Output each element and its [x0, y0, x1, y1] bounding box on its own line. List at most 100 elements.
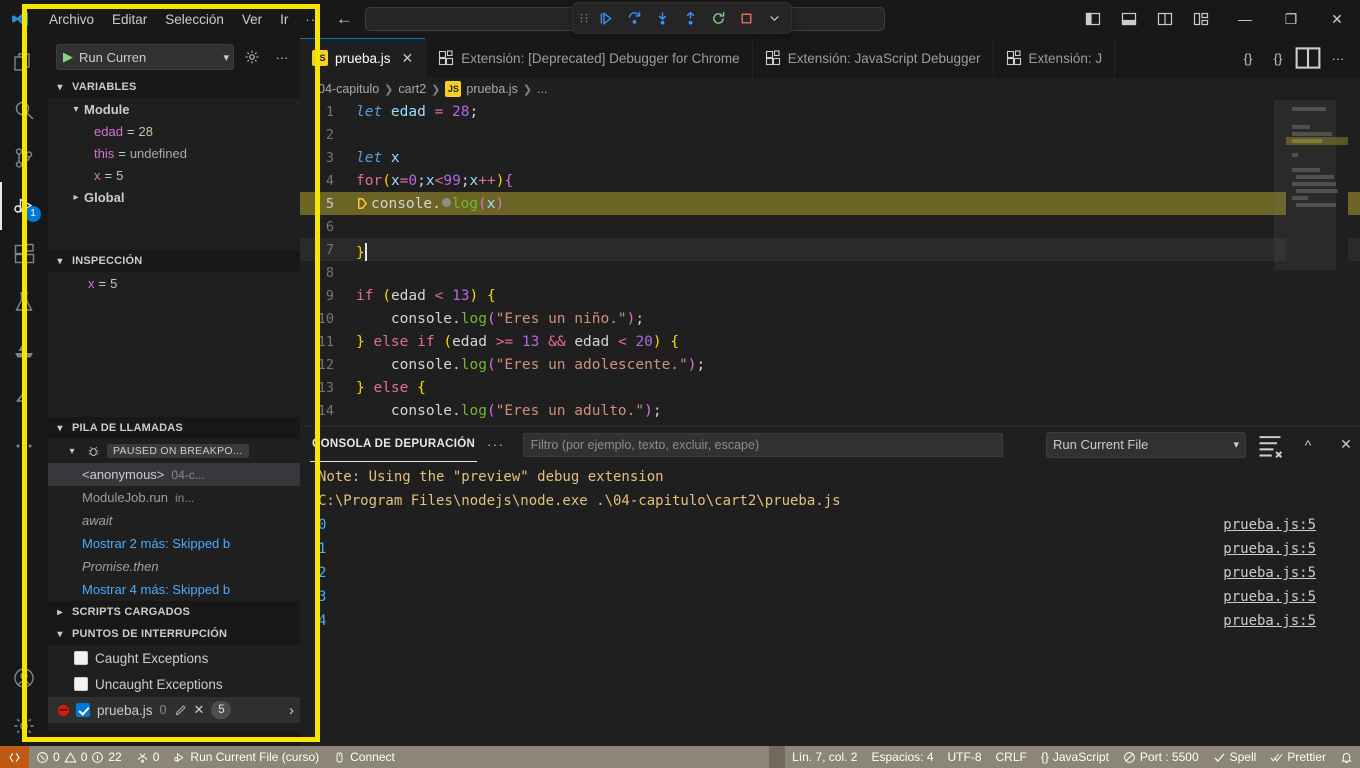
section-header-variables[interactable]: ▾ VARIABLES [48, 76, 300, 98]
restart-icon[interactable] [705, 5, 731, 31]
menu-ir[interactable]: Ir [271, 8, 297, 31]
variable-row[interactable]: edad = 28 [48, 120, 300, 142]
stop-icon[interactable] [733, 5, 759, 31]
menu-ver[interactable]: Ver [233, 8, 271, 31]
checkbox[interactable] [76, 703, 90, 717]
launch-configuration-select[interactable]: ▶ Run Curren ▾ [56, 44, 234, 70]
step-over-icon[interactable] [621, 5, 647, 31]
tab-extension-javascript-debugger[interactable]: Extensión: JavaScript Debugger [752, 38, 994, 78]
console-line[interactable]: 4 prueba.js:5 [300, 609, 1360, 633]
chevron-down-icon[interactable]: ▾ [223, 51, 229, 64]
edit-breakpoint-icon[interactable] [174, 704, 187, 717]
checkbox[interactable] [74, 677, 88, 691]
menu-editar[interactable]: Editar [103, 8, 156, 31]
console-line[interactable]: 1 prueba.js:5 [300, 537, 1360, 561]
start-debug-icon[interactable]: ▶ [63, 49, 73, 65]
sidebar-item-docker[interactable] [0, 326, 48, 374]
status-zoom-icon[interactable] [769, 746, 786, 768]
format-braces-icon-2[interactable]: {} [1264, 44, 1292, 72]
code-text[interactable]: } else if (edad >= 13 && edad < 20) { [344, 334, 679, 350]
navigate-back-icon[interactable]: ← [329, 9, 359, 29]
status-prettier[interactable]: Prettier [1263, 746, 1333, 768]
code-line[interactable]: 1 let edad = 28; [300, 100, 1360, 123]
panel-more-actions-icon[interactable]: ··· [487, 437, 505, 452]
console-line[interactable]: 3 prueba.js:5 [300, 585, 1360, 609]
continue-icon[interactable] [593, 5, 619, 31]
code-line[interactable]: 10 console.log("Eres un niño."); [300, 307, 1360, 330]
menu-seleccion[interactable]: Selección [156, 8, 233, 31]
format-braces-icon[interactable]: {} [1234, 44, 1262, 72]
close-window-button[interactable]: ✕ [1314, 0, 1360, 38]
callstack-frame[interactable]: ModuleJob.run in... [48, 486, 300, 509]
clear-console-icon[interactable] [1256, 431, 1284, 459]
sidebar-item-source-control[interactable] [0, 134, 48, 182]
tab-prueba-js[interactable]: JS prueba.js ✕ [300, 38, 427, 78]
toggle-panel-icon[interactable] [1112, 4, 1146, 34]
code-line[interactable]: 7} [300, 238, 1360, 261]
breadcrumb-item-folder[interactable]: 04-capitulo [318, 82, 379, 96]
sidebar-more-actions-icon[interactable]: ··· [270, 45, 294, 69]
remove-breakpoint-icon[interactable]: ✕ [194, 702, 205, 718]
code-text[interactable]: let x [344, 150, 400, 166]
minimap-slider[interactable] [1274, 100, 1336, 270]
maximize-panel-icon[interactable]: ^ [1294, 431, 1322, 459]
code-line[interactable]: 5 console. log(x) [300, 192, 1360, 215]
breakpoints-list[interactable]: Caught Exceptions Uncaught Exceptions pr… [48, 645, 300, 731]
code-line[interactable]: 12 console.log("Eres un adolescente."); [300, 353, 1360, 376]
close-icon[interactable]: ✕ [402, 50, 414, 67]
sidebar-item-search[interactable] [0, 86, 48, 134]
console-source-link[interactable]: prueba.js:5 [1223, 613, 1316, 629]
console-source-link[interactable]: prueba.js:5 [1223, 517, 1316, 533]
debug-toolbar[interactable] [572, 2, 792, 34]
step-into-icon[interactable] [649, 5, 675, 31]
code-line[interactable]: 6 [300, 215, 1360, 238]
callstack-show-more-link[interactable]: Mostrar 2 más: Skipped b [48, 532, 300, 555]
callstack-show-more-link[interactable]: Mostrar 4 más: Skipped b [48, 578, 300, 601]
minimize-button[interactable]: — [1222, 0, 1268, 38]
code-lines[interactable]: 1 let edad = 28; 2 3 let x 4 for(x=0;x<99;x++)… [300, 100, 1360, 445]
minimap[interactable] [1274, 100, 1348, 446]
chevron-right-icon[interactable]: › [289, 702, 294, 719]
status-problems[interactable]: 0 0 22 [29, 746, 129, 768]
status-live-server-port[interactable]: Port : 5500 [1116, 746, 1206, 768]
sidebar-item-run-and-debug[interactable]: 1 [0, 182, 48, 230]
code-line[interactable]: 3 let x [300, 146, 1360, 169]
breadcrumb[interactable]: 04-capitulo ❯ cart2 ❯ JS prueba.js ❯ ... [300, 78, 1360, 100]
close-panel-icon[interactable]: ✕ [1332, 431, 1360, 459]
settings-gear-icon[interactable] [0, 702, 48, 750]
grip-handle-icon[interactable] [577, 11, 591, 25]
remote-indicator[interactable] [0, 746, 29, 768]
sidebar-item-testing[interactable] [0, 278, 48, 326]
chevron-down-icon[interactable]: ▾ [1233, 438, 1239, 451]
section-header-watch[interactable]: ▾ INSPECCIÓN [48, 250, 300, 272]
breadcrumb-item-subfolder[interactable]: cart2 [398, 82, 426, 96]
console-filter-input[interactable]: Filtro (por ejemplo, texto, excluir, esc… [522, 432, 1003, 457]
code-text[interactable]: } [344, 239, 367, 261]
status-indentation[interactable]: Espacios: 4 [864, 746, 940, 768]
status-eol[interactable]: CRLF [989, 746, 1034, 768]
watch-expression-row[interactable]: x = 5 [48, 272, 300, 294]
section-header-breakpoints[interactable]: ▾ PUNTOS DE INTERRUPCIÓN [48, 623, 300, 645]
console-line[interactable]: 0 prueba.js:5 [300, 513, 1360, 537]
debug-session-select[interactable]: Run Current File ▾ [1046, 431, 1246, 458]
callstack-frame[interactable]: <anonymous> 04-c... [48, 463, 300, 486]
tab-debug-console[interactable]: CONSOLA DE DEPURACIÓN [310, 427, 478, 462]
sidebar-item-explorer[interactable] [0, 38, 48, 86]
watch-tree[interactable]: x = 5 [48, 272, 300, 417]
code-line[interactable]: 8 [300, 261, 1360, 284]
chevron-down-icon[interactable] [761, 5, 787, 31]
checkbox[interactable] [74, 651, 88, 665]
toggle-secondary-sidebar-icon[interactable] [1148, 4, 1182, 34]
split-editor-icon[interactable] [1294, 44, 1322, 72]
code-line[interactable]: 2 [300, 123, 1360, 146]
console-source-link[interactable]: prueba.js:5 [1223, 589, 1316, 605]
menu-archivo[interactable]: Archivo [40, 8, 103, 31]
status-spell-checker[interactable]: Spell [1206, 746, 1264, 768]
variables-scope-module[interactable]: ▾ Module [48, 98, 300, 120]
console-source-link[interactable]: prueba.js:5 [1223, 541, 1316, 557]
console-line[interactable]: C:\Program Files\nodejs\node.exe .\04-ca… [300, 489, 1360, 513]
code-text[interactable]: console.log("Eres un niño."); [344, 311, 644, 327]
maximize-restore-button[interactable]: ❐ [1268, 0, 1314, 38]
tab-extension-debugger-for-chrome[interactable]: Extensión: [Deprecated] Debugger for Chr… [426, 38, 753, 78]
status-notifications-bell-icon[interactable] [1333, 746, 1360, 768]
